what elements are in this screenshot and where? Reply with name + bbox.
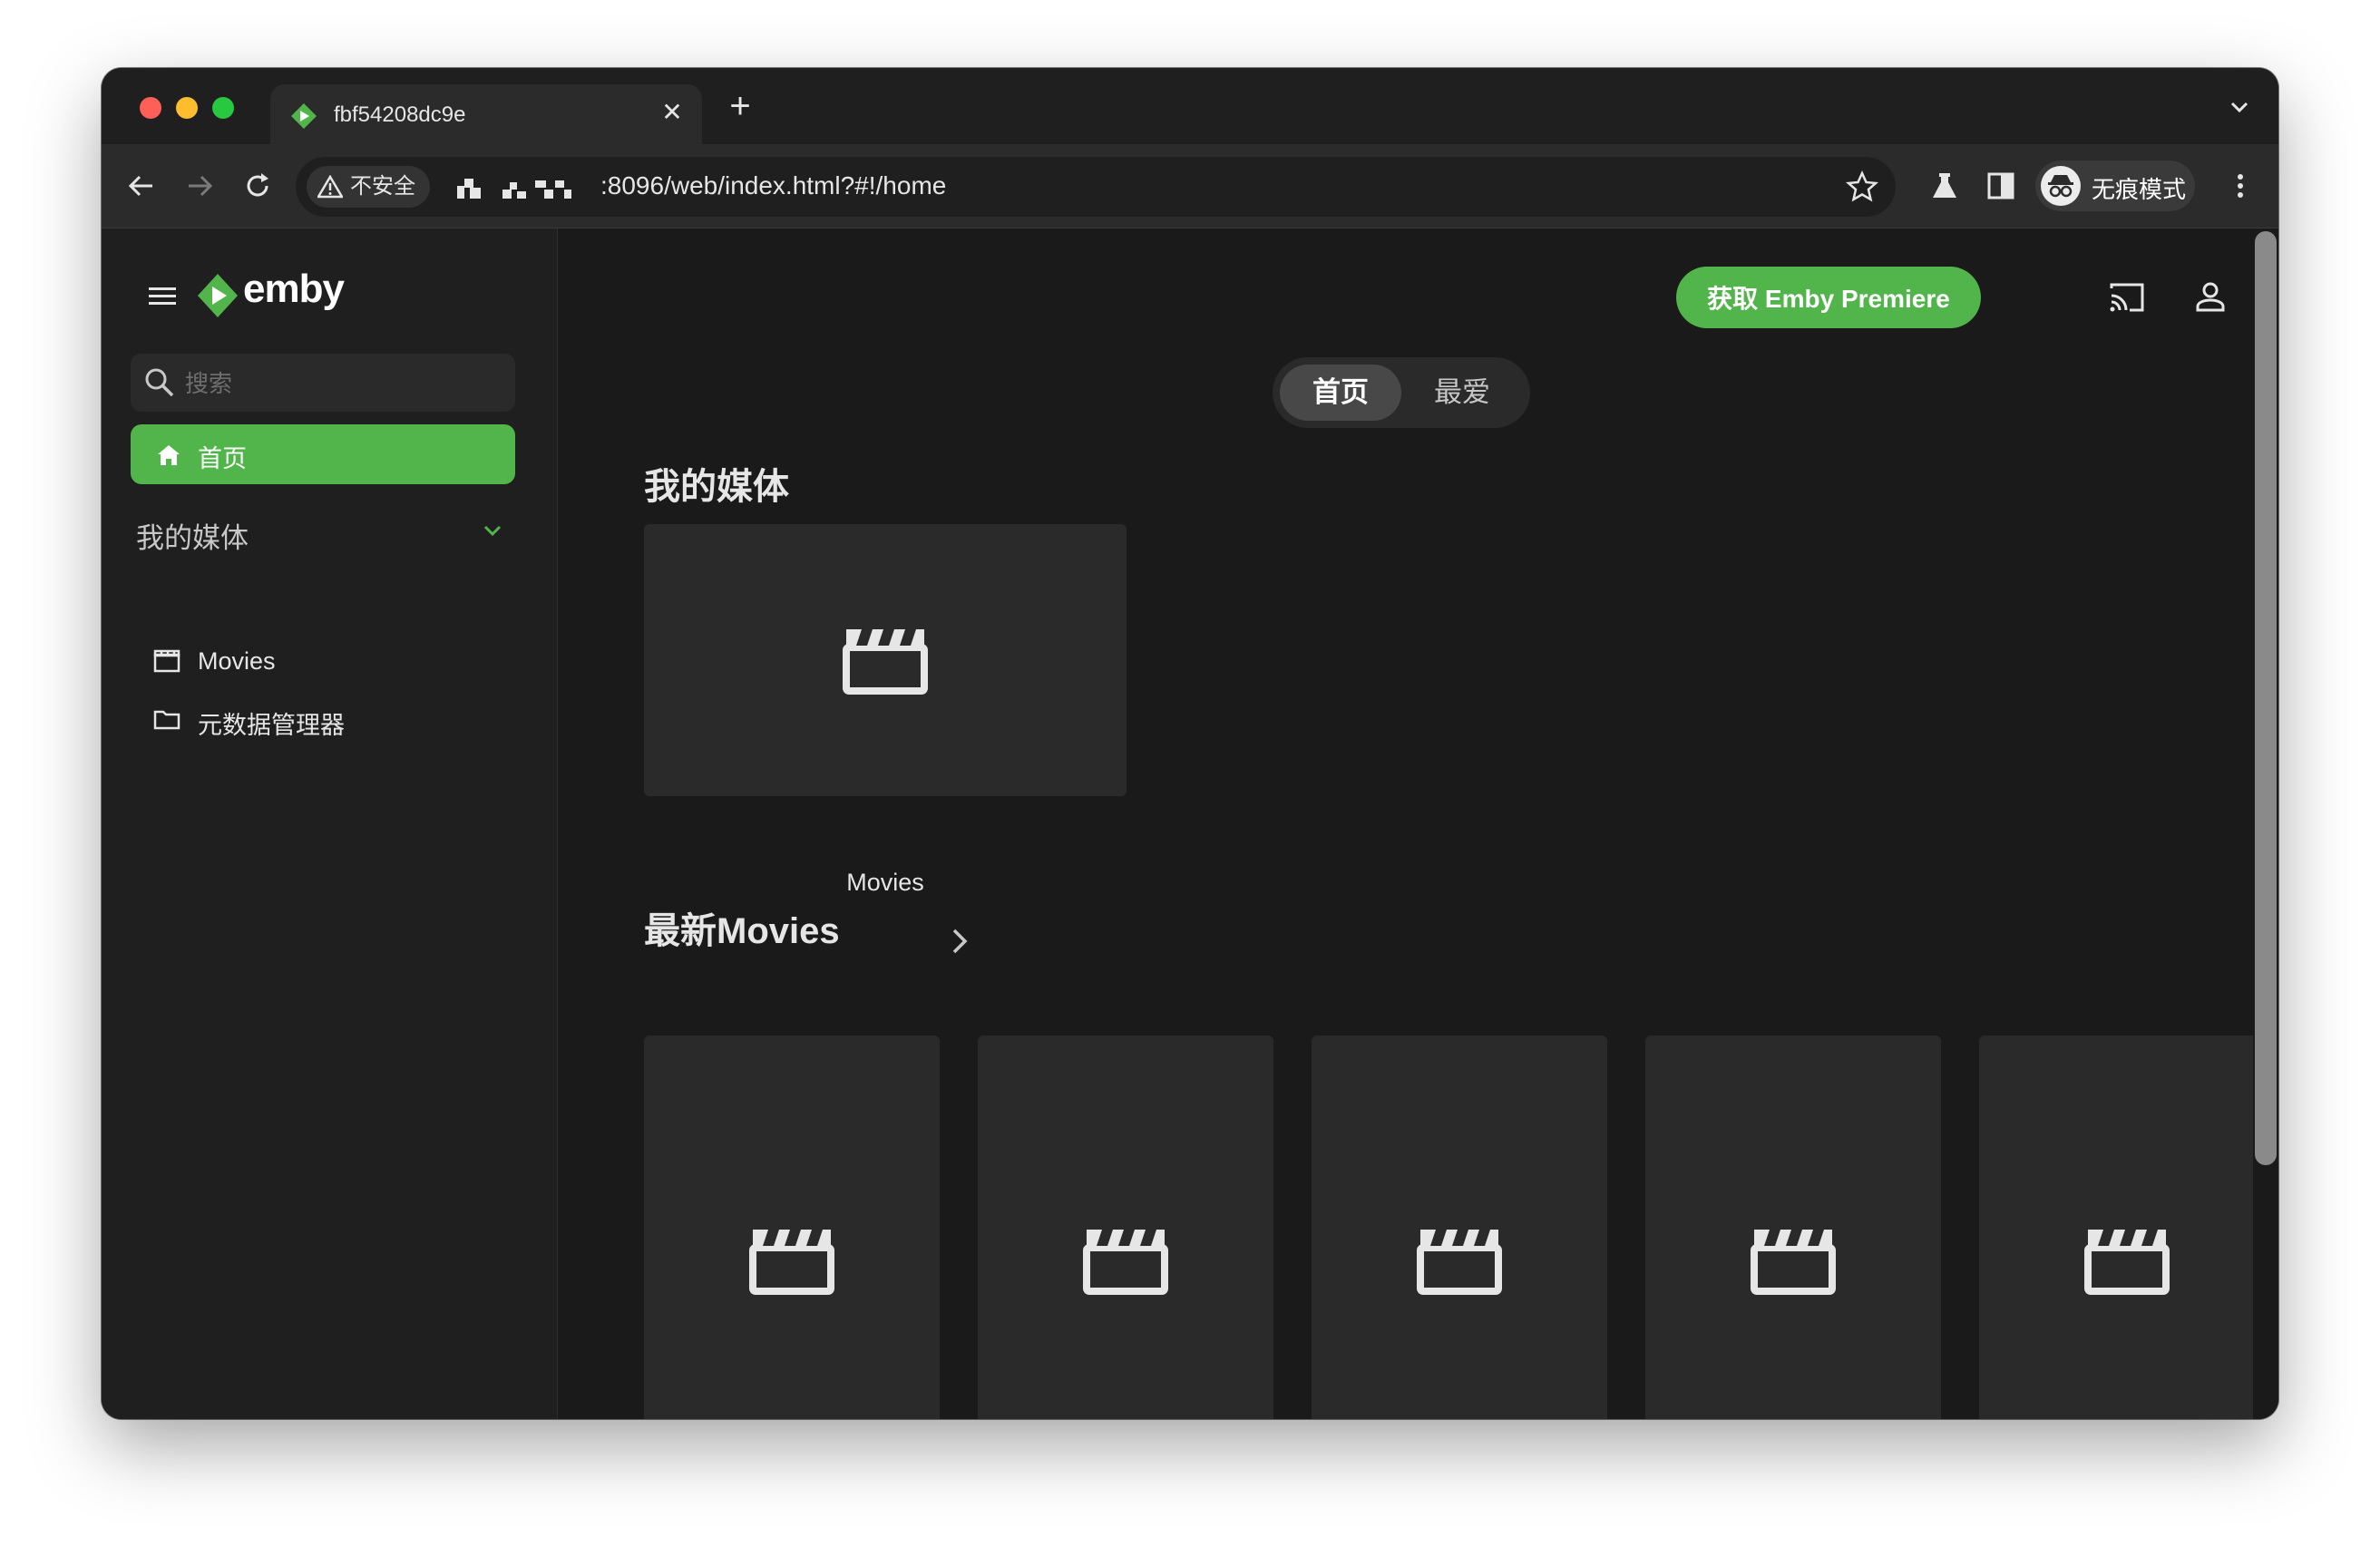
reload-icon[interactable] [239, 168, 276, 204]
bookmark-star-icon[interactable] [1845, 170, 1879, 204]
latest-movie-poster[interactable] [1645, 1036, 1941, 1419]
minimize-window-button[interactable] [176, 97, 198, 119]
emby-logo-icon[interactable] [196, 272, 239, 319]
chevron-down-icon[interactable] [479, 517, 506, 544]
cast-icon[interactable] [2107, 277, 2147, 317]
scrollbar-thumb[interactable] [2255, 231, 2277, 1165]
sidebar-item-home-label: 首页 [198, 445, 247, 472]
tab-search-chevron-icon[interactable] [2228, 95, 2251, 119]
emby-logo-text[interactable]: emby [243, 267, 345, 312]
forward-arrow-icon[interactable] [181, 168, 218, 204]
redacted-host-icon [457, 179, 571, 199]
zoom-window-button[interactable] [212, 97, 234, 119]
tab-title: fbf54208dc9e [334, 102, 466, 127]
address-bar[interactable]: 不安全 :8096/web/index.html?#!/home [296, 157, 1896, 217]
clapperboard-icon [1751, 1230, 1836, 1295]
search-box[interactable] [131, 354, 515, 412]
search-input[interactable] [183, 361, 504, 406]
emby-favicon-icon [291, 103, 317, 129]
url-text: :8096/web/index.html?#!/home [600, 171, 947, 199]
tab-home[interactable]: 首页 [1280, 365, 1401, 421]
media-card-label[interactable]: Movies [644, 869, 1127, 897]
warning-icon [317, 175, 343, 199]
browser-menu-icon[interactable] [2222, 168, 2258, 204]
folder-icon [153, 710, 180, 730]
home-icon [158, 445, 180, 465]
search-icon [145, 368, 174, 397]
new-tab-button[interactable]: + [722, 88, 758, 124]
chevron-right-icon[interactable] [946, 923, 973, 959]
clapperboard-icon [2084, 1230, 2170, 1295]
main-content: 获取 Emby Premiere 首页 最爱 我的媒体 Movies 最新Mov… [558, 229, 2265, 1419]
clapperboard-icon [843, 629, 928, 695]
labs-flask-icon[interactable] [1926, 168, 1963, 204]
emby-app: emby 首页 我的媒体 [102, 229, 2278, 1419]
clapperboard-icon [1417, 1230, 1502, 1295]
movie-icon [153, 649, 180, 673]
media-card-movies[interactable] [644, 524, 1127, 796]
security-label: 不安全 [350, 174, 415, 199]
user-icon[interactable] [2190, 277, 2230, 317]
sidebar-item-label: Movies [198, 647, 276, 675]
latest-movie-poster[interactable] [644, 1036, 940, 1419]
browser-tab-active[interactable]: fbf54208dc9e ✕ [270, 84, 702, 148]
sidebar-item-movies[interactable]: Movies [152, 638, 515, 684]
incognito-icon [2041, 166, 2081, 206]
incognito-label: 无痕模式 [2092, 176, 2187, 203]
sidebar-item-label: 元数据管理器 [198, 712, 345, 739]
latest-movie-poster[interactable] [1312, 1036, 1607, 1419]
sidebar-section-my-media[interactable]: 我的媒体 [136, 515, 249, 556]
sidebar: emby 首页 我的媒体 [102, 229, 558, 1419]
browser-toolbar: 不安全 :8096/web/index.html?#!/home 无痕模式 [102, 144, 2278, 229]
close-window-button[interactable] [140, 97, 161, 119]
home-tabs: 首页 最爱 [1273, 357, 1530, 428]
latest-movies-heading[interactable]: 最新Movies [644, 901, 840, 954]
latest-movie-poster[interactable] [978, 1036, 1273, 1419]
back-arrow-icon[interactable] [123, 168, 160, 204]
incognito-indicator[interactable]: 无痕模式 [2035, 160, 2195, 211]
security-indicator[interactable]: 不安全 [307, 166, 430, 208]
my-media-heading: 我的媒体 [644, 467, 789, 507]
tab-strip: fbf54208dc9e ✕ + [102, 68, 2278, 148]
hamburger-menu-icon[interactable] [147, 283, 178, 308]
sidebar-item-metadata-manager[interactable]: 元数据管理器 [152, 696, 515, 742]
clapperboard-icon [1083, 1230, 1168, 1295]
clapperboard-icon [749, 1230, 834, 1295]
get-premiere-button[interactable]: 获取 Emby Premiere [1676, 267, 1981, 328]
latest-movie-poster[interactable] [1979, 1036, 2265, 1419]
tab-favorites[interactable]: 最爱 [1401, 365, 1523, 421]
tab-close-icon[interactable]: ✕ [658, 99, 686, 126]
side-panel-icon[interactable] [1983, 168, 2019, 204]
sidebar-item-home[interactable]: 首页 [131, 424, 515, 484]
browser-window: fbf54208dc9e ✕ + 不安全:8096/web/index.htm… [102, 68, 2278, 1419]
